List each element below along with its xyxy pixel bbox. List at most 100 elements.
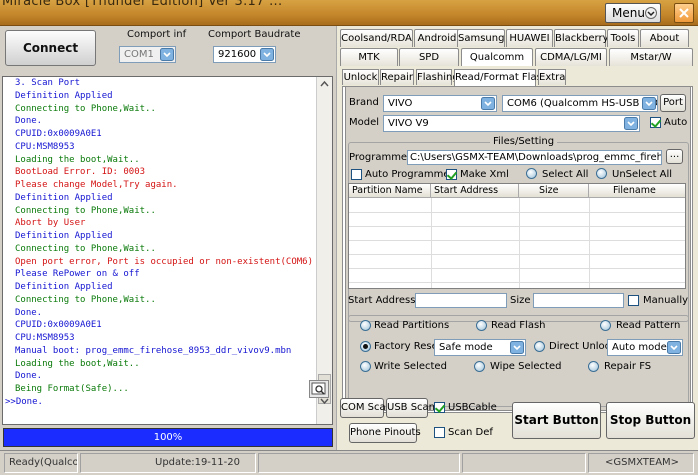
grid-line	[349, 226, 685, 227]
browse-button[interactable]: ...	[666, 149, 683, 164]
log-line: CPUID:0x0009A0E1	[15, 320, 102, 331]
tab-about[interactable]: About	[640, 29, 689, 47]
subtab-repair[interactable]: Repair	[380, 69, 414, 85]
tab-tools[interactable]: Tools	[607, 29, 639, 47]
tab-blackberry[interactable]: Blackberry	[554, 29, 609, 47]
close-button[interactable]	[674, 3, 694, 23]
log-console[interactable]: 3. Scan Port Definition Applied Connecting…	[2, 76, 333, 425]
log-line: Definition Applied	[15, 90, 113, 101]
menu-button[interactable]: Menu	[605, 3, 661, 23]
select-all-radio[interactable]	[526, 168, 537, 179]
tab-mstar-w[interactable]: Mstar/W	[609, 48, 693, 66]
log-line: CPUID:0x0009A0E1	[15, 129, 102, 139]
model-select[interactable]: VIVO V9	[383, 115, 640, 132]
subtab-flashing[interactable]: Flashing	[416, 69, 459, 85]
make-xml-checkbox[interactable]	[446, 169, 457, 180]
dropdown-arrow-icon	[260, 48, 274, 61]
stop-button[interactable]: Stop Button	[606, 402, 695, 439]
auto-checkbox[interactable]	[650, 117, 661, 128]
progress-text: 100%	[153, 432, 183, 443]
programmer-path[interactable]: C:\Users\GSMX-TEAM\Downloads\prog_emmc_f…	[407, 150, 662, 165]
col-partition-name[interactable]: Partition Name	[349, 184, 431, 198]
grid-line	[349, 254, 685, 255]
scroll-up-icon[interactable]	[317, 77, 332, 92]
log-lines: 3. Scan Port Definition Applied Connecting…	[3, 77, 332, 409]
read-flash-radio[interactable]	[476, 320, 487, 331]
connect-button[interactable]: Connect Button	[5, 30, 96, 89]
log-line: Definition Applied	[15, 231, 113, 241]
port-select[interactable]: COM6 (Qualcomm HS-USB QDLoad	[502, 95, 658, 112]
wipe-selected-radio[interactable]	[474, 361, 485, 372]
manually-label: Manually	[643, 295, 689, 306]
brand-value: VIVO	[388, 98, 413, 109]
baud-select[interactable]: 921600	[213, 46, 276, 63]
col-filename[interactable]: Filename	[589, 184, 685, 198]
grid-line	[349, 240, 685, 241]
close-icon	[679, 8, 689, 18]
auto-label: Auto	[664, 117, 688, 128]
com-scan-button[interactable]: COM Scan	[340, 398, 392, 418]
baud-value: 921600	[218, 49, 257, 60]
comport-select[interactable]: COM1	[119, 46, 176, 63]
left-panel: Connect Button Comport inf COM1 Comport …	[0, 26, 336, 450]
dropdown-arrow-icon	[510, 341, 524, 354]
tab-cdma-lg-mi[interactable]: CDMA/LG/MI	[535, 48, 607, 66]
usb-cable-label: USBCable	[448, 402, 497, 413]
brand-label: Brand :	[349, 97, 386, 108]
phone-pinouts-button[interactable]: Phone Pinouts	[349, 423, 421, 443]
factory-reset-mode-select[interactable]: Safe mode	[434, 339, 526, 356]
usb-scan-button[interactable]: USB Scan	[386, 398, 435, 418]
subtab-read-format-flash[interactable]: Read/Format Flash	[454, 69, 548, 86]
repair-fs-radio[interactable]	[588, 361, 599, 372]
col-size[interactable]: Size	[519, 184, 589, 198]
progress-bar: 100%	[3, 428, 333, 447]
tab-huawei[interactable]: HUAWEI	[506, 29, 553, 47]
subtab-extra[interactable]: Extra	[538, 69, 566, 85]
files-setting-legend: Files/Setting	[490, 136, 558, 147]
col-start-address[interactable]: Start Address	[431, 184, 519, 198]
log-line: Connecting to Phone,Wait..	[15, 205, 156, 216]
factory-reset-radio[interactable]	[360, 341, 371, 352]
usb-cable-checkbox[interactable]	[434, 402, 445, 413]
clear-log-button[interactable]	[309, 380, 329, 398]
tab-spd[interactable]: SPD	[399, 48, 459, 66]
port-button[interactable]: Port	[660, 94, 686, 112]
direct-unlock-mode-select[interactable]: Auto mode	[607, 339, 683, 356]
log-line: Loading the boot,Wait..	[15, 358, 140, 369]
direct-unlock-label: Direct Unlock	[549, 341, 616, 352]
baud-label: Comport Baudrate	[208, 29, 301, 40]
log-line: 3. Scan Port	[15, 78, 81, 88]
write-selected-radio[interactable]	[360, 361, 371, 372]
auto-programmer-checkbox[interactable]	[351, 169, 362, 180]
comport-value: COM1	[124, 49, 154, 60]
read-partitions-radio[interactable]	[360, 320, 371, 331]
brand-select[interactable]: VIVO	[383, 95, 497, 112]
tab-coolsand-rda[interactable]: Coolsand/RDA	[340, 29, 413, 47]
read-format-flash-content: Brand : VIVO COM6 (Qualcomm HS-USB QDLoa…	[345, 86, 691, 411]
partition-table[interactable]: Partition Name Start Address Size Filena…	[348, 183, 686, 289]
log-line: Connecting to Phone,Wait..	[15, 103, 156, 114]
start-button[interactable]: Start Button	[512, 402, 601, 439]
tab-samsung[interactable]: Samsung	[457, 29, 505, 47]
read-pattern-label: Read Pattern	[616, 320, 681, 331]
manually-checkbox[interactable]	[628, 295, 639, 306]
window-title: Miracle Box [Thunder Edition] Ver 3.17 .…	[2, 0, 283, 9]
log-line: Done.	[15, 307, 43, 318]
direct-unlock-radio[interactable]	[534, 341, 545, 352]
scan-def-checkbox[interactable]	[434, 427, 445, 438]
tab-qualcomm[interactable]: Qualcomm	[461, 48, 533, 66]
read-pattern-radio[interactable]	[600, 320, 611, 331]
log-line: CPU:MSM8953	[15, 141, 75, 152]
read-flash-label: Read Flash	[491, 320, 546, 331]
subtab-unlock[interactable]: Unlock	[342, 69, 379, 85]
dropdown-arrow-icon	[642, 97, 656, 110]
tab-mtk[interactable]: MTK	[340, 48, 398, 66]
log-scrollbar[interactable]	[316, 77, 332, 424]
log-line: Being Format(Safe)...	[15, 384, 129, 394]
tab-android[interactable]: Android	[414, 29, 460, 47]
unselect-all-radio[interactable]	[596, 168, 607, 179]
size-input[interactable]	[533, 293, 624, 308]
start-address-input[interactable]	[415, 293, 507, 308]
log-line: Manual boot: prog_emmc_firehose_8953_ddr…	[15, 345, 292, 356]
auto-programmer-label: Auto Programmer	[365, 169, 454, 180]
